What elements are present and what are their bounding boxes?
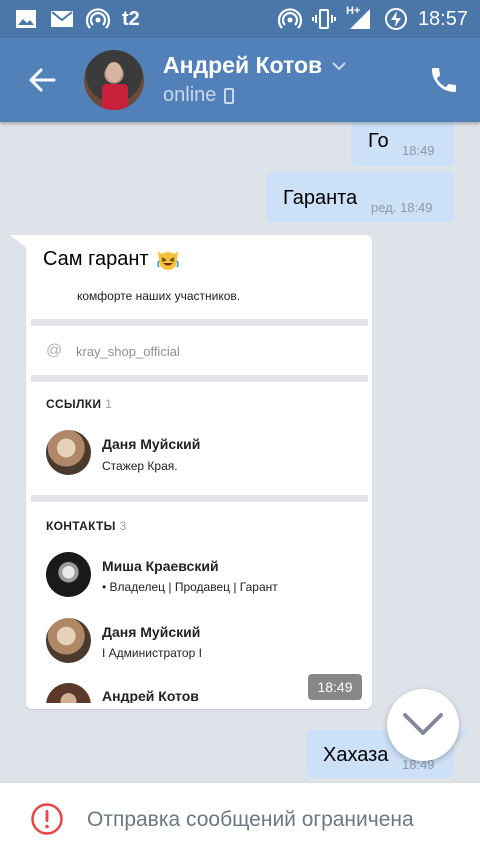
chevron-down-icon <box>332 61 346 70</box>
divider <box>31 375 368 382</box>
message-time: 18:49 <box>402 143 435 158</box>
presence-row: online <box>163 84 235 107</box>
network-type-label: H+ <box>345 5 361 17</box>
scroll-down-button[interactable] <box>387 689 459 761</box>
avatar <box>46 618 91 663</box>
status-bar: t2 H+ 18:57 <box>0 0 480 38</box>
message-time: 18:49 <box>308 674 362 700</box>
divider <box>31 495 368 502</box>
contact-subtitle: I Администратор I <box>102 646 202 660</box>
link-subtitle: Стажер Края. <box>102 459 178 473</box>
vibrate-icon <box>311 9 336 29</box>
message-text: Гаранта <box>283 187 358 209</box>
battery-charging-icon <box>384 8 407 30</box>
contacts-section-title: КОНТАКТЫ 3 <box>46 519 127 533</box>
outgoing-message[interactable]: Гаранта ред. 18:49 <box>266 172 454 222</box>
carrier-label: t2 <box>122 7 140 30</box>
hotspot-icon <box>86 8 110 29</box>
incoming-message[interactable]: Сам гарант комфорте наших участников. @ … <box>26 235 372 709</box>
mobile-device-icon <box>224 87 235 104</box>
contact-name: Андрей Котов <box>163 52 323 78</box>
message-time-edited: ред. 18:49 <box>371 200 433 215</box>
contact-name: Миша Краевский <box>102 558 219 574</box>
attached-screenshot[interactable]: комфорте наших участников. @ kray_shop_o… <box>31 277 368 703</box>
message-text: Го <box>368 130 389 152</box>
contact-name: Даня Муйский <box>102 624 201 640</box>
presence-status: online <box>163 84 217 106</box>
signal-icon: H+ <box>345 5 374 31</box>
contact-title[interactable]: Андрей Котов <box>163 52 346 79</box>
gallery-notification-icon <box>16 10 36 28</box>
chevron-down-icon <box>403 713 443 735</box>
avatar <box>46 430 91 475</box>
at-icon: @ <box>46 342 63 359</box>
message-text-row: Сам гарант <box>43 247 181 271</box>
embed-handle: kray_shop_official <box>76 344 180 359</box>
mail-notification-icon <box>51 11 73 27</box>
message-text: Сам гарант <box>43 247 149 270</box>
avatar <box>46 683 91 703</box>
links-section-title: ССЫЛКИ 1 <box>46 397 113 411</box>
divider <box>31 319 368 326</box>
restriction-notice: Отправка сообщений ограничена <box>87 808 414 831</box>
avatar <box>46 552 91 597</box>
chat-header: Андрей Котов online <box>0 38 480 122</box>
embed-description: комфорте наших участников. <box>77 289 241 303</box>
contact-name: Андрей Котов <box>102 688 199 703</box>
laughing-cat-emoji-icon <box>156 251 179 270</box>
clock: 18:57 <box>417 7 468 30</box>
hotspot-active-icon <box>277 8 302 29</box>
phone-call-icon[interactable] <box>428 64 460 96</box>
composer-restricted-bar: Отправка сообщений ограничена <box>0 782 480 854</box>
outgoing-message[interactable]: Го 18:49 <box>351 116 454 166</box>
contact-avatar[interactable] <box>84 50 144 110</box>
back-arrow-icon[interactable] <box>26 64 58 96</box>
message-text: Хахаза <box>323 744 389 766</box>
contact-subtitle: • Владелец | Продавец | Гарант <box>102 580 278 594</box>
warning-icon <box>31 803 63 835</box>
link-name: Даня Муйский <box>102 436 201 452</box>
